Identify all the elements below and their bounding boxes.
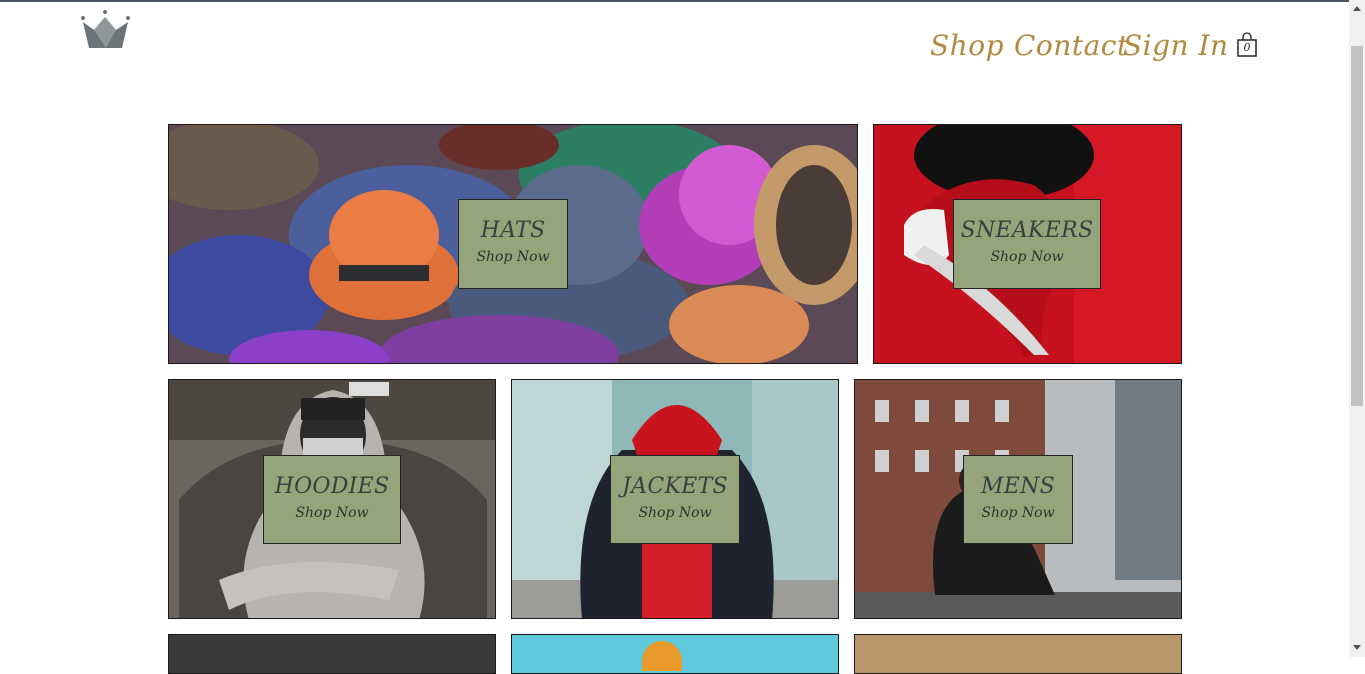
jackets-cta[interactable]: JACKETS Shop Now [610, 455, 740, 544]
hoodies-shop-now: Shop Now [295, 505, 369, 521]
sneakers-title: SNEAKERS [960, 218, 1094, 243]
cart-button[interactable]: 0 [1236, 32, 1258, 58]
cart-count: 0 [1243, 41, 1251, 54]
tile-row3-middle[interactable] [511, 634, 839, 674]
tile-mens[interactable]: MENS Shop Now [854, 379, 1182, 619]
jackets-shop-now: Shop Now [638, 505, 712, 521]
scroll-up-icon[interactable] [1353, 6, 1361, 11]
page: { "header": { "nav": [ {"label": "Shop"}… [0, 0, 1365, 674]
tile-row3-right[interactable] [854, 634, 1182, 674]
nav-contact-link[interactable]: Contact [1014, 26, 1129, 66]
scroll-thumb[interactable] [1351, 46, 1363, 406]
crown-logo-icon[interactable] [80, 8, 132, 50]
hats-shop-now: Shop Now [476, 249, 550, 265]
hoodies-cta[interactable]: HOODIES Shop Now [263, 455, 401, 544]
hats-cta[interactable]: HATS Shop Now [458, 199, 568, 289]
sneakers-cta[interactable]: SNEAKERS Shop Now [953, 199, 1101, 289]
tile-jackets[interactable]: JACKETS Shop Now [511, 379, 839, 619]
row3-middle-image-detail [642, 641, 682, 671]
mens-shop-now: Shop Now [981, 505, 1055, 521]
nav-shop-link[interactable]: Shop [930, 26, 1004, 66]
tile-row3-left[interactable] [168, 634, 496, 674]
tile-hoodies[interactable]: HOODIES Shop Now [168, 379, 496, 619]
page-scrollbar[interactable] [1349, 0, 1365, 657]
scroll-down-icon[interactable] [1353, 645, 1361, 650]
hats-title: HATS [480, 218, 546, 243]
nav-signin-link[interactable]: Sign In [1123, 26, 1229, 66]
top-border [0, 0, 1365, 2]
tile-sneakers[interactable]: SNEAKERS Shop Now [873, 124, 1182, 364]
mens-title: MENS [980, 474, 1056, 499]
sneakers-shop-now: Shop Now [990, 249, 1064, 265]
mens-cta[interactable]: MENS Shop Now [963, 455, 1073, 544]
hoodies-title: HOODIES [274, 474, 390, 499]
jackets-title: JACKETS [622, 474, 728, 499]
tile-hats[interactable]: HATS Shop Now [168, 124, 858, 364]
